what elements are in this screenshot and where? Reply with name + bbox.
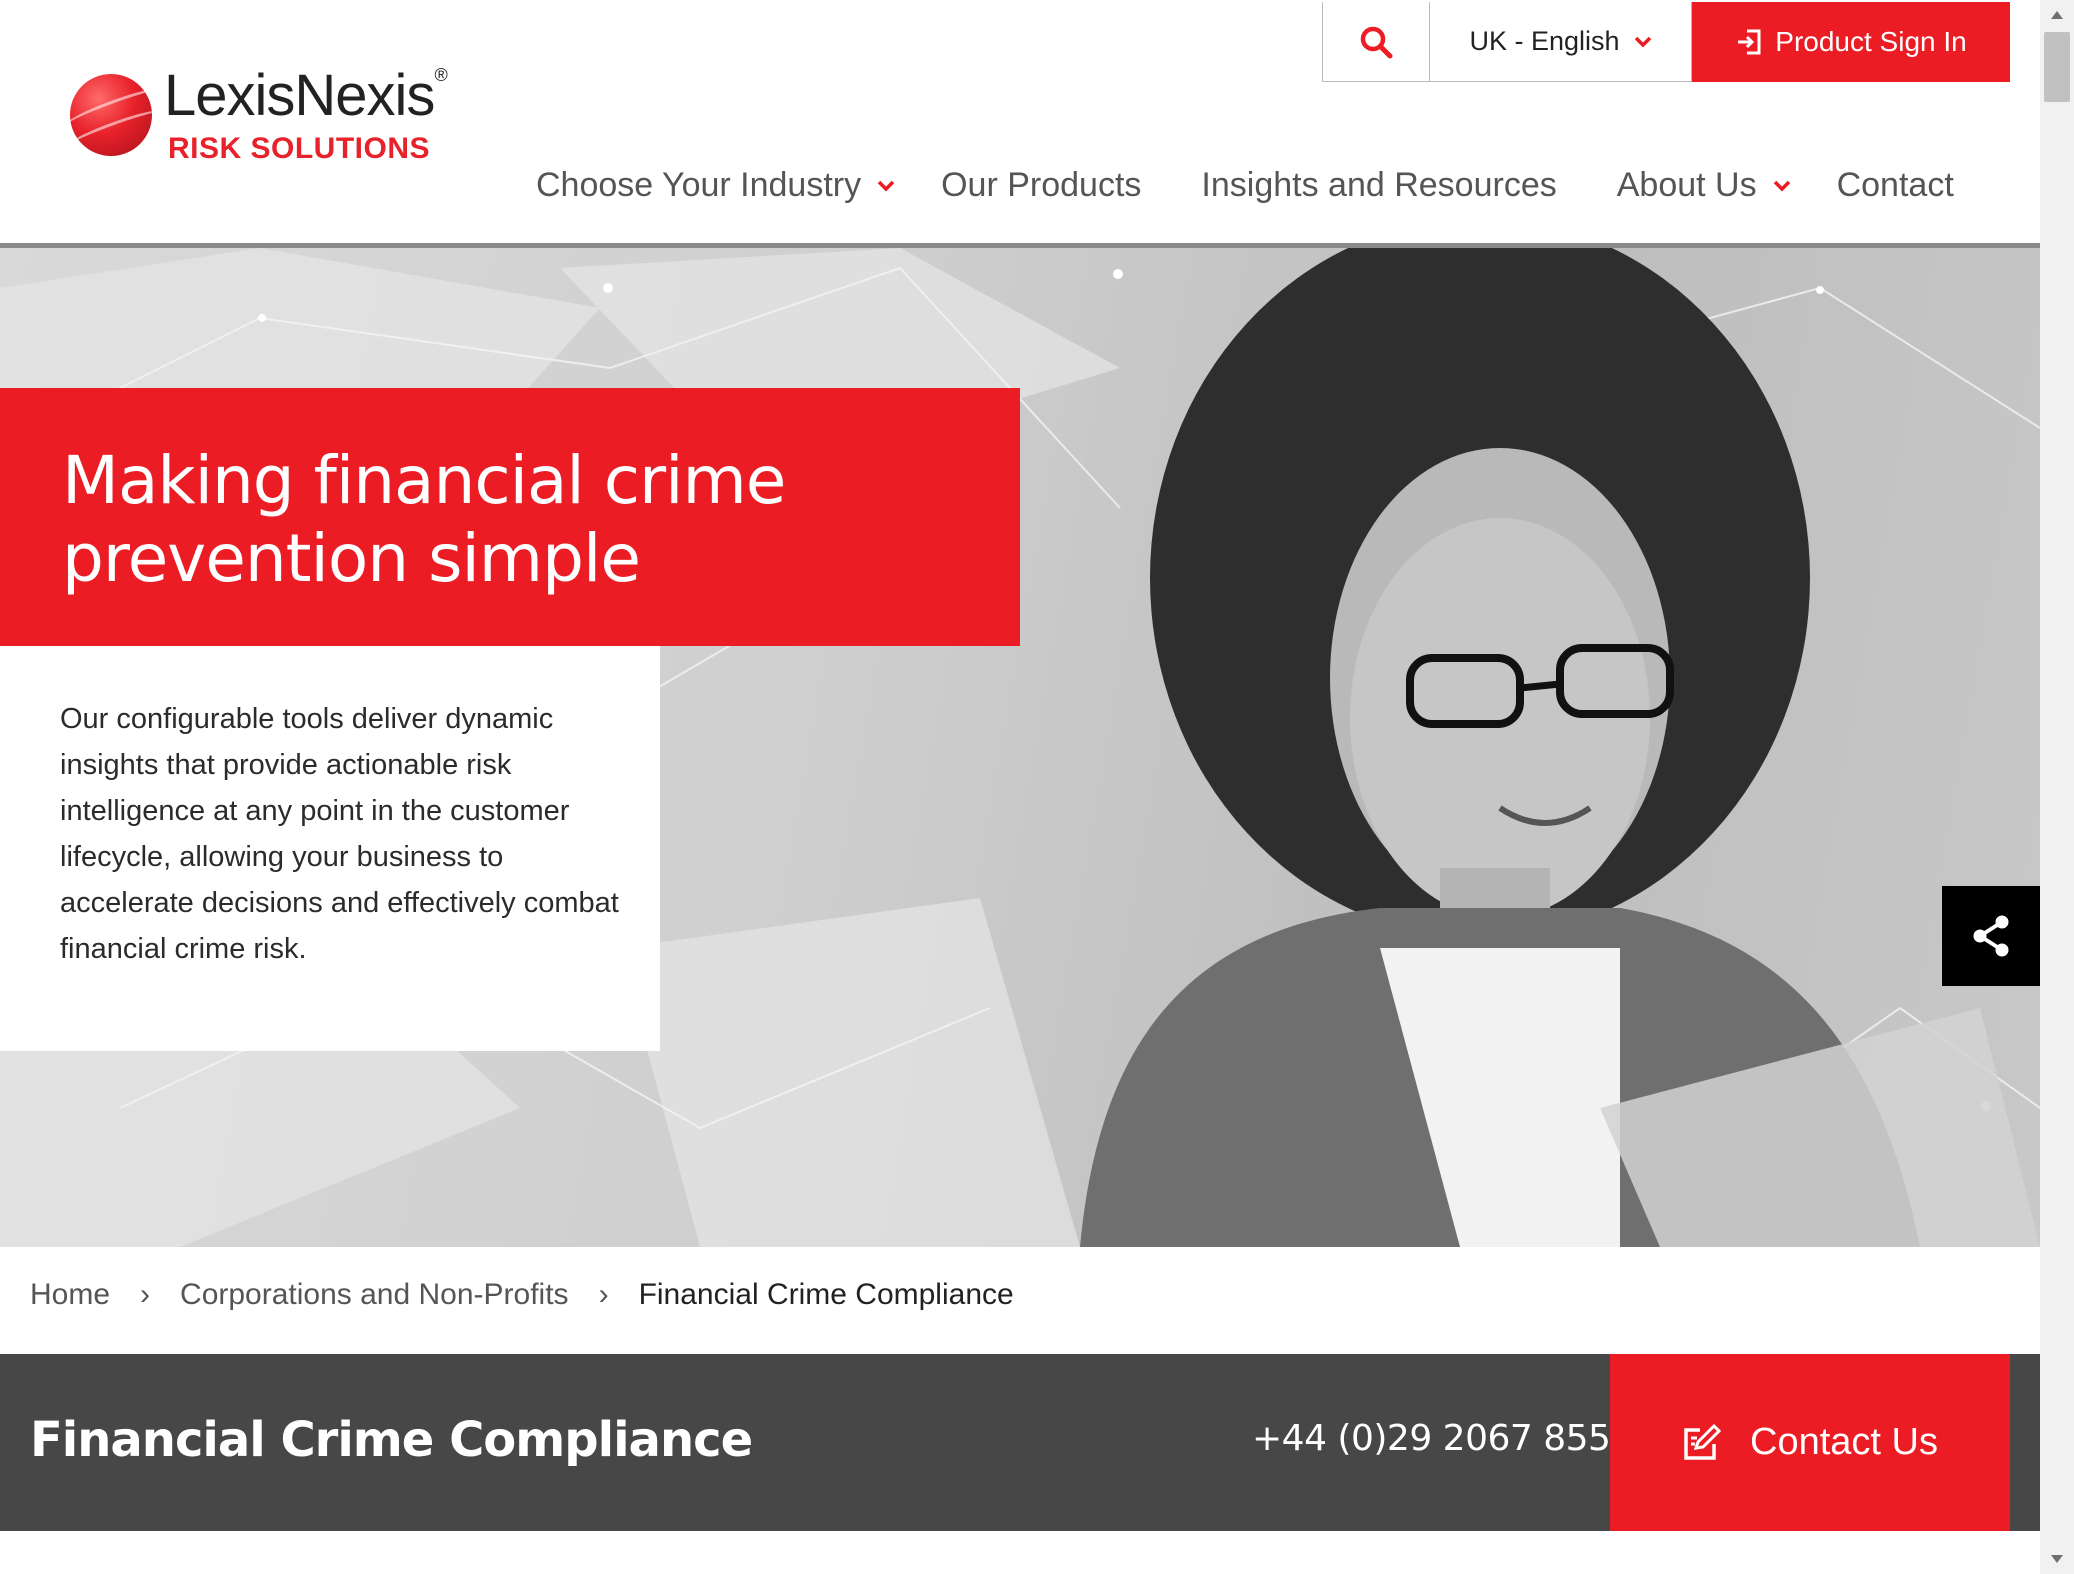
- language-selector[interactable]: UK - English: [1430, 2, 1692, 82]
- page-scrollbar[interactable]: [2040, 0, 2074, 1574]
- contact-us-button[interactable]: Contact Us: [1610, 1354, 2010, 1531]
- hero-title-line-1: Making financial crime: [62, 442, 786, 519]
- breadcrumb-separator: ›: [140, 1278, 151, 1311]
- product-sign-in-button[interactable]: Product Sign In: [1692, 2, 2010, 82]
- nav-choose-your-industry[interactable]: Choose Your Industry: [536, 166, 941, 205]
- search-button[interactable]: [1322, 2, 1430, 82]
- breadcrumb: Home › Corporations and Non-Profits › Fi…: [30, 1278, 1014, 1312]
- main-nav: Choose Your Industry Our Products Insigh…: [536, 166, 1954, 205]
- edit-form-icon: [1684, 1423, 1722, 1460]
- hero-description: Our configurable tools deliver dynamic i…: [60, 703, 619, 965]
- breadcrumb-corporations[interactable]: Corporations and Non-Profits: [180, 1278, 569, 1312]
- sign-in-icon: [1738, 29, 1761, 55]
- scrollbar-thumb[interactable]: [2044, 32, 2070, 102]
- chevron-down-icon: [877, 180, 895, 191]
- page-title-bar: Financial Crime Compliance +44 (0)29 206…: [0, 1354, 2040, 1531]
- search-icon: [1360, 26, 1393, 58]
- lexisnexis-logo[interactable]: LexisNexis® RISK SOLUTIONS: [70, 63, 490, 176]
- nav-label: Choose Your Industry: [536, 166, 862, 204]
- woman-photo: [1080, 248, 2040, 1247]
- nav-about-us[interactable]: About Us: [1617, 166, 1837, 205]
- phone-number[interactable]: +44 (0)29 2067 8555: [1252, 1418, 1633, 1459]
- language-label: UK - English: [1469, 26, 1620, 56]
- contact-us-label: Contact Us: [1750, 1421, 1938, 1463]
- nav-label: About Us: [1616, 166, 1757, 204]
- sign-in-label: Product Sign In: [1775, 26, 1967, 57]
- nav-label: Contact: [1836, 166, 1954, 204]
- nav-our-products[interactable]: Our Products: [941, 166, 1141, 205]
- breadcrumb-separator: ›: [598, 1278, 609, 1311]
- logo-wordmark: LexisNexis®: [164, 63, 448, 128]
- nav-label: Our Products: [941, 166, 1142, 204]
- scroll-down-arrow-icon[interactable]: [2040, 1544, 2074, 1574]
- share-icon: [1973, 915, 2009, 957]
- page-title: Financial Crime Compliance: [30, 1412, 753, 1468]
- nav-label: Insights and Resources: [1201, 166, 1557, 204]
- hero-title-box: Making financial crime prevention simple: [0, 388, 1020, 646]
- chevron-down-icon: [1634, 36, 1651, 47]
- breadcrumb-home[interactable]: Home: [30, 1278, 110, 1312]
- scroll-up-arrow-icon[interactable]: [2040, 0, 2074, 30]
- site-header: LexisNexis® RISK SOLUTIONS UK - English …: [0, 0, 2040, 248]
- hero-title-line-2: prevention simple: [62, 520, 641, 597]
- chevron-down-icon: [1773, 180, 1790, 191]
- hero-text-box: Our configurable tools deliver dynamic i…: [0, 646, 660, 1051]
- logo-subtitle: RISK SOLUTIONS: [168, 132, 431, 165]
- utility-bar: UK - English Product Sign In: [1322, 2, 2010, 82]
- nav-insights-and-resources[interactable]: Insights and Resources: [1201, 166, 1556, 205]
- hero-banner: Making financial crime prevention simple…: [0, 248, 2040, 1247]
- nav-contact[interactable]: Contact: [1837, 166, 1954, 205]
- share-button[interactable]: [1942, 886, 2040, 986]
- hero-title: Making financial crime prevention simple: [62, 442, 962, 598]
- logo-globe-icon: [70, 74, 152, 156]
- breadcrumb-current: Financial Crime Compliance: [638, 1278, 1014, 1311]
